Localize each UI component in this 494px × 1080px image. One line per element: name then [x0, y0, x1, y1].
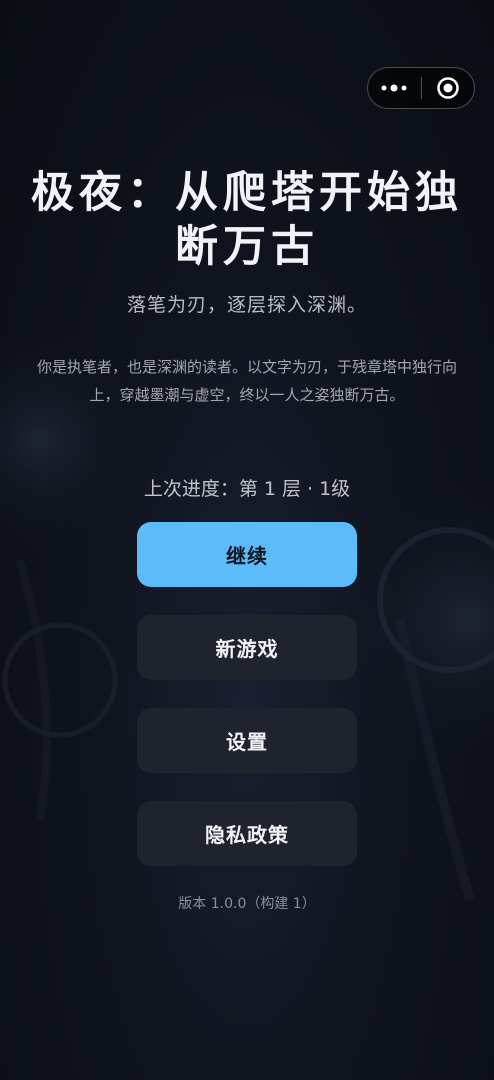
more-dots-icon: [381, 84, 407, 92]
last-progress-text: 上次进度：第 1 层 · 1级: [143, 478, 351, 500]
settings-button[interactable]: 设置: [137, 708, 357, 773]
privacy-policy-button[interactable]: 隐私政策: [137, 801, 357, 866]
game-title: 极夜：从爬塔开始独断万古: [31, 168, 463, 272]
continue-button[interactable]: 继续: [137, 522, 357, 587]
new-game-button[interactable]: 新游戏: [137, 615, 357, 680]
game-subtitle: 落笔为刃，逐层探入深渊。: [126, 294, 367, 316]
target-circle-icon: [437, 77, 459, 99]
version-label: 版本 1.0.0（构建 1）: [178, 896, 316, 912]
game-description: 你是执笔者，也是深渊的读者。以文字为刃，于残章塔中独行向上，穿越墨潮与虚空，终以…: [36, 358, 457, 404]
more-button[interactable]: [368, 68, 421, 108]
close-mini-program-button[interactable]: [422, 68, 475, 108]
mini-program-capsule: [367, 67, 475, 109]
